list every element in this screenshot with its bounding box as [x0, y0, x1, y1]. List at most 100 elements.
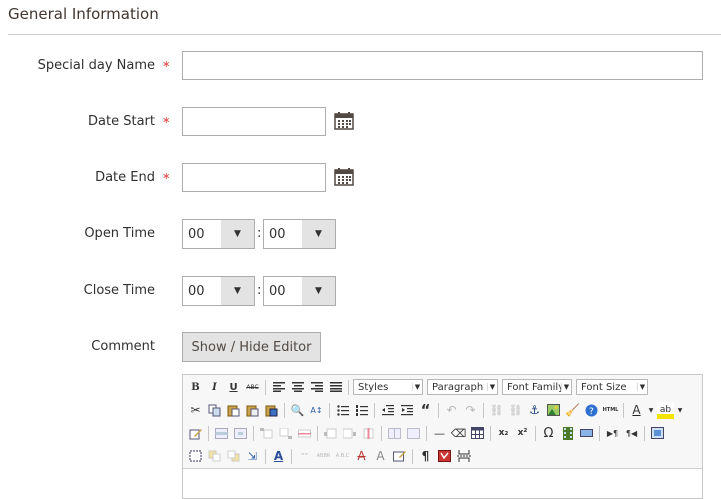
unlink-icon[interactable]: ⛓: [507, 402, 524, 419]
calendar-icon[interactable]: [334, 168, 354, 186]
toolbar-separator: [426, 425, 427, 441]
table-cell-props-icon[interactable]: [232, 425, 249, 442]
toolbar-separator: [265, 448, 266, 464]
paste-word-icon[interactable]: [263, 402, 280, 419]
highlight-color-button[interactable]: ab: [657, 401, 674, 419]
subscript-button[interactable]: x₂: [495, 425, 512, 442]
pagebreak-icon[interactable]: [455, 448, 472, 465]
required-mark: *: [163, 60, 170, 75]
toolbar-separator: [644, 425, 645, 441]
calendar-icon[interactable]: [334, 112, 354, 130]
close-time-minute-select[interactable]: 00 ▼: [263, 276, 336, 306]
open-time-hour-select[interactable]: 00 ▼: [182, 219, 255, 249]
attribs-icon[interactable]: [391, 448, 408, 465]
special-day-name-label: Special day Name: [5, 58, 155, 73]
show-hide-editor-button[interactable]: Show / Hide Editor: [182, 332, 321, 362]
ins-button[interactable]: A: [372, 448, 389, 465]
bullet-list-icon[interactable]: [334, 402, 351, 419]
move-backward-icon[interactable]: [225, 448, 242, 465]
special-day-name-input[interactable]: [182, 51, 703, 80]
superscript-button[interactable]: x²: [514, 425, 531, 442]
open-time-label: Open Time: [5, 226, 155, 241]
find-icon[interactable]: 🔍: [289, 402, 306, 419]
undo-icon[interactable]: ↶: [443, 402, 460, 419]
outdent-icon[interactable]: [379, 402, 396, 419]
chevron-down-icon[interactable]: ▼: [647, 402, 655, 419]
date-end-input[interactable]: [182, 163, 326, 192]
styles-select[interactable]: Styles ▼: [353, 379, 423, 395]
italic-button[interactable]: I: [206, 379, 223, 396]
merge-cells-icon[interactable]: [405, 425, 422, 442]
styles-select-value: Styles: [358, 381, 389, 393]
edit-icon[interactable]: [187, 425, 204, 442]
delete-row-icon[interactable]: [296, 425, 313, 442]
fullscreen-icon[interactable]: [649, 425, 666, 442]
chevron-down-icon: ▼: [221, 220, 254, 248]
split-cells-icon[interactable]: [386, 425, 403, 442]
image-icon[interactable]: [545, 402, 562, 419]
delete-col-icon[interactable]: [360, 425, 377, 442]
redo-icon[interactable]: ↷: [462, 402, 479, 419]
cite-button[interactable]: “”: [296, 448, 313, 465]
align-center-icon[interactable]: [289, 379, 306, 396]
absolute-position-icon[interactable]: ⇲: [244, 448, 261, 465]
paste-text-icon[interactable]: [244, 402, 261, 419]
nonbreaking-icon[interactable]: [436, 448, 453, 465]
del-button[interactable]: A: [353, 448, 370, 465]
table-icon[interactable]: [469, 425, 486, 442]
link-icon[interactable]: ⛓: [488, 402, 505, 419]
chevron-down-icon[interactable]: ▼: [676, 402, 684, 419]
move-forward-icon[interactable]: [206, 448, 223, 465]
cleanup-icon[interactable]: 🧹: [564, 402, 581, 419]
date-start-input[interactable]: [182, 107, 326, 136]
chevron-down-icon: ▼: [302, 220, 335, 248]
insert-widget-icon[interactable]: [578, 425, 595, 442]
comment-label-text: Comment: [91, 339, 155, 354]
replace-icon[interactable]: A↕: [308, 402, 325, 419]
paste-icon[interactable]: [225, 402, 242, 419]
toolbar-separator: [284, 402, 285, 418]
font-family-select[interactable]: Font Family ▼: [502, 379, 572, 395]
align-left-icon[interactable]: [270, 379, 287, 396]
font-color-button[interactable]: A: [628, 402, 645, 419]
toolbar-row: — ⌫ x₂ x² Ω ▶¶ ¶◀: [187, 423, 666, 443]
numbered-list-icon[interactable]: [353, 402, 370, 419]
insert-layer-icon[interactable]: [187, 448, 204, 465]
bold-button[interactable]: B: [187, 379, 204, 396]
media-icon[interactable]: [559, 425, 576, 442]
ltr-icon[interactable]: ▶¶: [604, 425, 621, 442]
svg-text:?: ?: [589, 407, 594, 417]
font-size-select[interactable]: Font Size ▼: [576, 379, 648, 395]
acronym-button[interactable]: A.B.C: [334, 448, 351, 465]
close-time-hour-select[interactable]: 00 ▼: [182, 276, 255, 306]
special-char-button[interactable]: Ω: [540, 425, 557, 442]
copy-icon[interactable]: [206, 402, 223, 419]
cut-icon[interactable]: ✂: [187, 402, 204, 419]
abbr-button[interactable]: ABBR: [315, 448, 332, 465]
rtl-icon[interactable]: ¶◀: [623, 425, 640, 442]
required-mark: *: [163, 172, 170, 187]
toolbar-row: ✂ 🔍 A↕ “ ↶ ↷ ⛓ ⛓ ⚓ 🧹 ? HTML A ▼ ab ▼: [187, 400, 684, 420]
style-props-button[interactable]: A: [270, 448, 287, 465]
underline-button[interactable]: U: [225, 379, 242, 396]
table-row-props-icon[interactable]: [213, 425, 230, 442]
format-select[interactable]: Paragraph ▼: [427, 379, 498, 395]
col-after-icon[interactable]: [341, 425, 358, 442]
anchor-icon[interactable]: ⚓: [526, 402, 543, 419]
help-icon[interactable]: ?: [583, 402, 600, 419]
row-after-icon[interactable]: [277, 425, 294, 442]
align-justify-icon[interactable]: [327, 379, 344, 396]
strikethrough-button[interactable]: ABC: [244, 379, 261, 396]
open-time-minute-select[interactable]: 00 ▼: [263, 219, 336, 249]
col-before-icon[interactable]: [322, 425, 339, 442]
align-right-icon[interactable]: [308, 379, 325, 396]
toolbar-separator: [374, 402, 375, 418]
remove-format-icon[interactable]: ⌫: [450, 425, 467, 442]
html-source-button[interactable]: HTML: [602, 402, 619, 419]
row-before-icon[interactable]: [258, 425, 275, 442]
horizontal-rule-button[interactable]: —: [431, 425, 448, 442]
visual-chars-button[interactable]: ¶: [417, 448, 434, 465]
toolbar-separator: [381, 425, 382, 441]
blockquote-icon[interactable]: “: [417, 401, 434, 419]
indent-icon[interactable]: [398, 402, 415, 419]
